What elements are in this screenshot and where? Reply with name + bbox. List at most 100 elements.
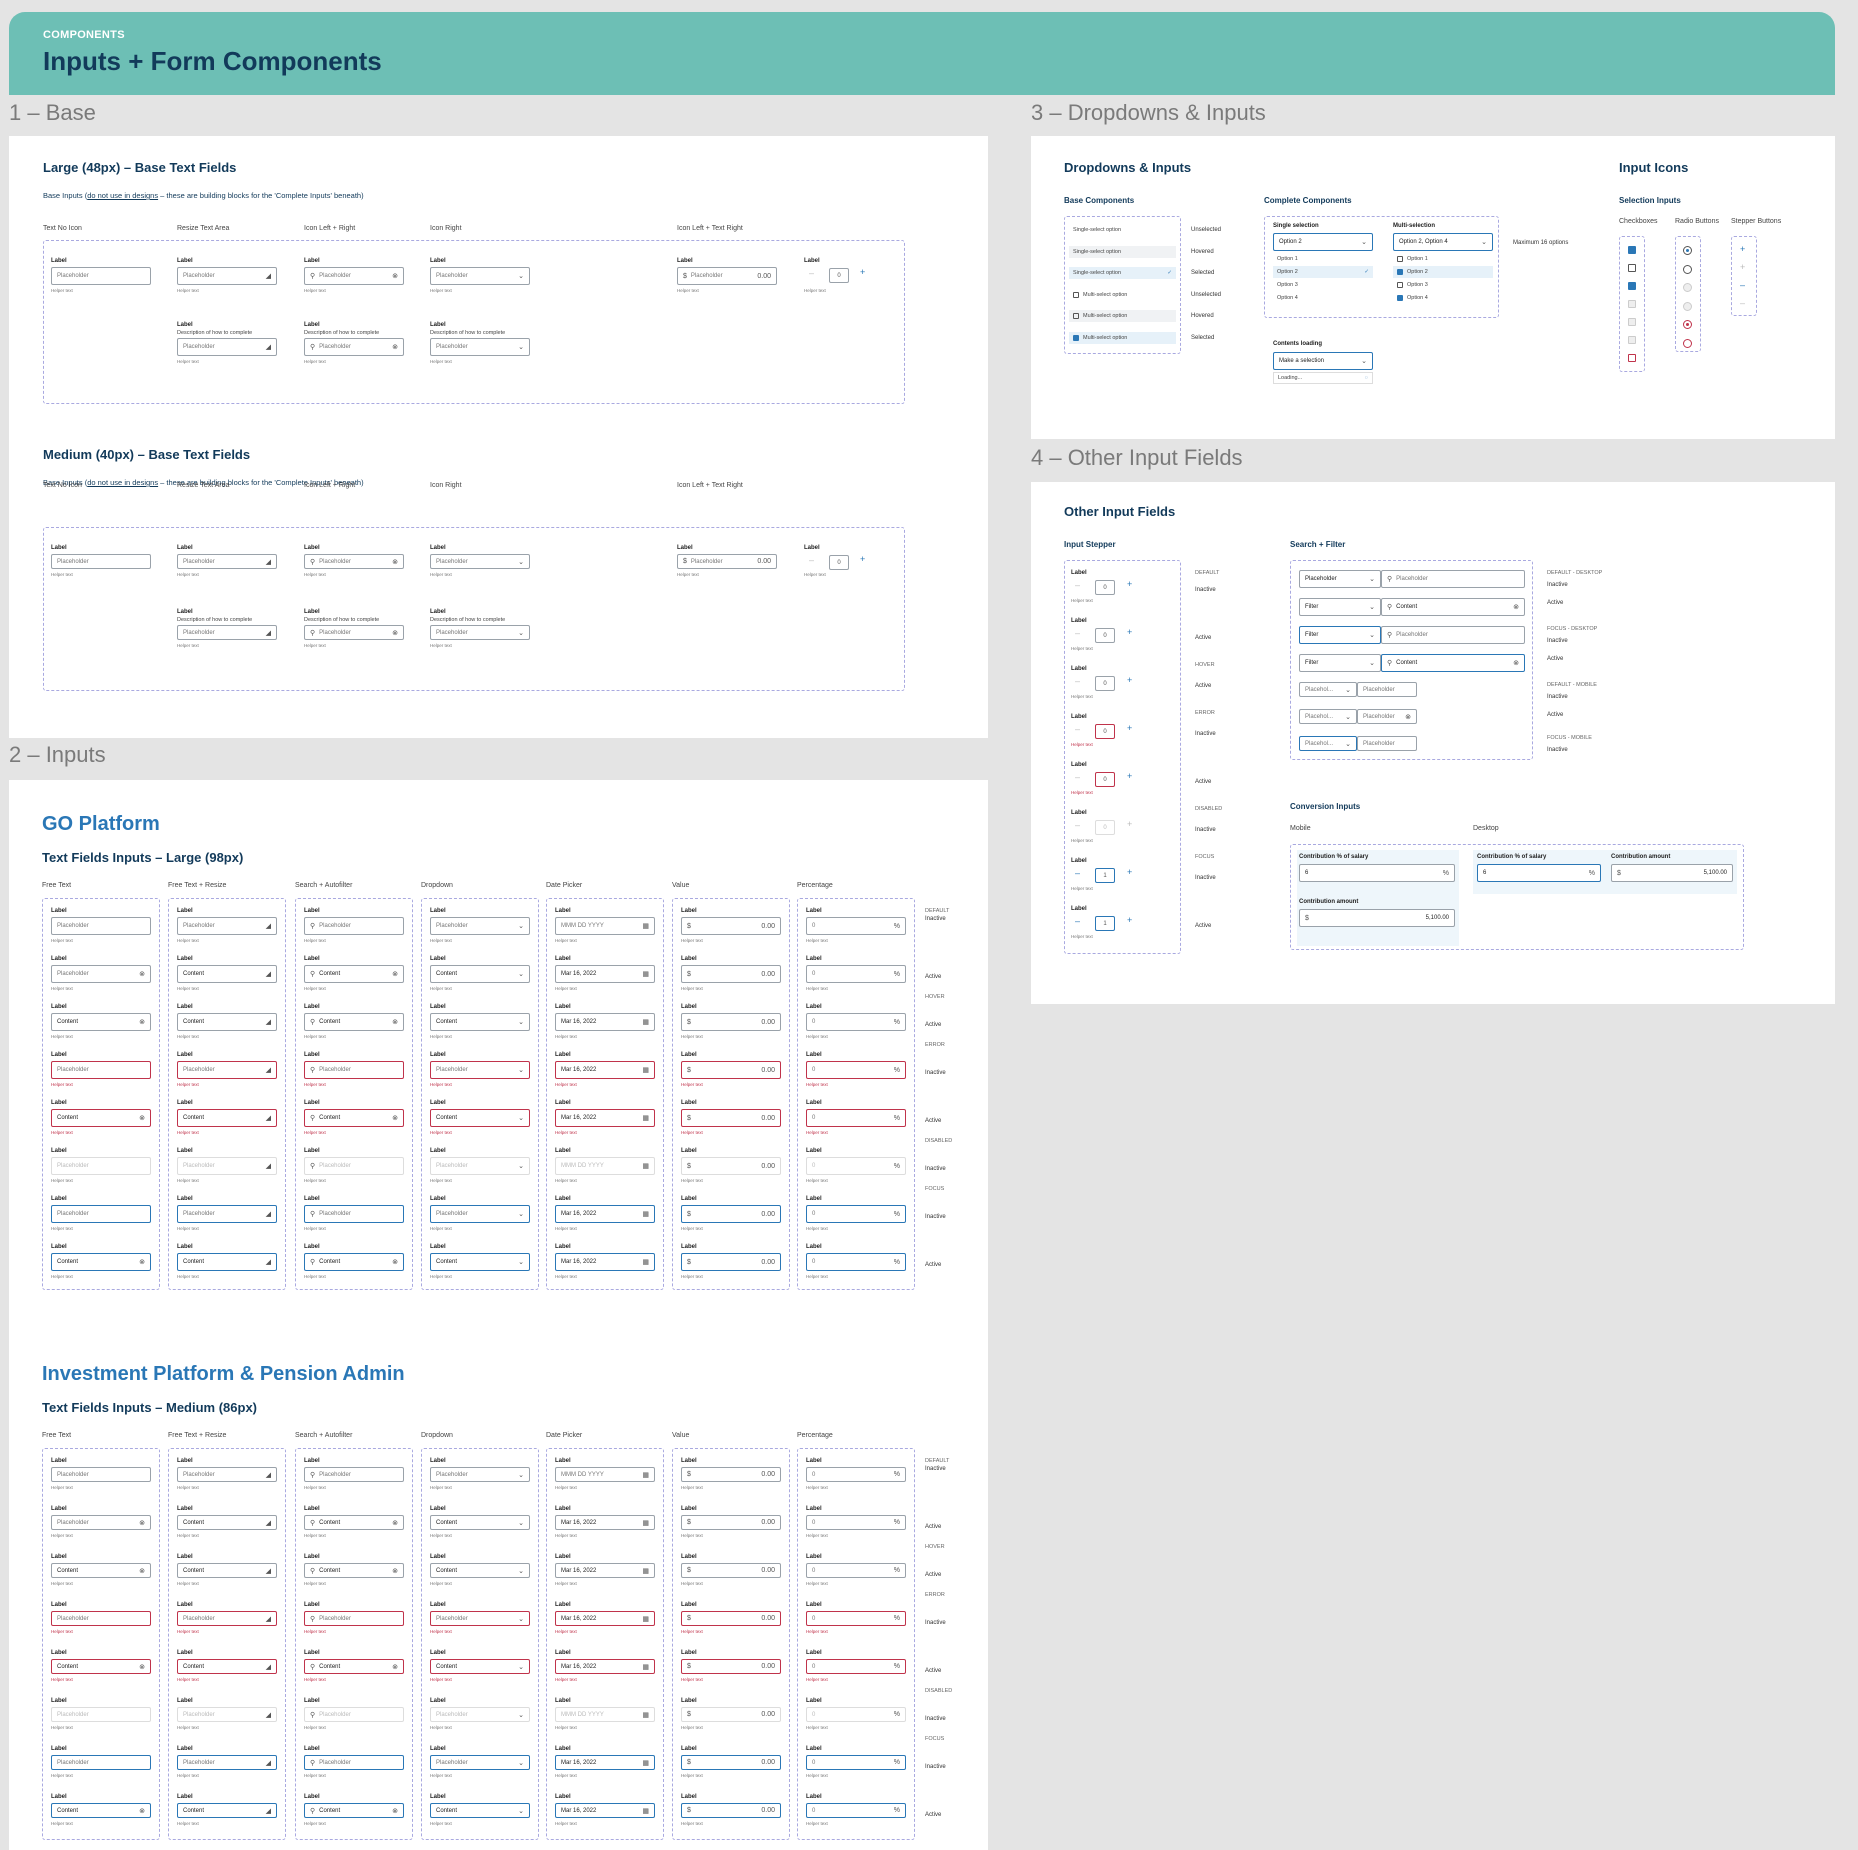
text-input[interactable]: Placeholder ⌄	[430, 554, 530, 569]
text-input[interactable]: Placeholder ◢	[177, 1707, 277, 1722]
minus-icon[interactable]: –	[1740, 298, 1745, 308]
search-input-mobile[interactable]: Placeholder ⊗	[1357, 709, 1417, 724]
clear-icon[interactable]: ⊗	[392, 1258, 398, 1266]
filter-dropdown[interactable]: Filter ⌄	[1299, 654, 1381, 672]
text-input[interactable]: Content ⊗	[51, 1253, 151, 1271]
chevron-down-icon[interactable]: ⌄	[1481, 238, 1487, 246]
resize-handle-icon[interactable]: ◢	[266, 1567, 271, 1575]
text-input[interactable]: ⚲ Placeholder ⊗	[304, 625, 404, 640]
text-input[interactable]: $0.00	[681, 917, 781, 935]
chevron-down-icon[interactable]: ⌄	[518, 1807, 524, 1815]
chevron-down-icon[interactable]: ⌄	[1369, 631, 1375, 639]
clear-icon[interactable]: ⊗	[392, 558, 398, 566]
plus-icon[interactable]: +	[1740, 244, 1745, 254]
search-input-mobile[interactable]: Placeholder	[1357, 682, 1417, 697]
stepper-value[interactable]: 1	[1095, 868, 1115, 883]
checkbox-icon[interactable]	[1628, 300, 1636, 308]
plus-icon[interactable]: +	[860, 267, 865, 277]
text-input[interactable]: $0.00	[681, 1707, 781, 1722]
chevron-down-icon[interactable]: ⌄	[518, 1258, 524, 1266]
text-input[interactable]: Mar 16, 2022 ▦	[555, 1061, 655, 1079]
stepper-value[interactable]: 1	[1095, 916, 1115, 931]
text-input[interactable]: ⚲ Content ⊗	[304, 1659, 404, 1674]
plus-icon[interactable]: +	[1127, 819, 1132, 829]
dropdown-option[interactable]: Option 2	[1393, 266, 1493, 278]
text-input[interactable]: $0.00	[681, 1803, 781, 1818]
clear-icon[interactable]: ⊗	[139, 970, 145, 978]
text-input[interactable]: Placeholder ⊗	[51, 1515, 151, 1530]
text-input[interactable]: Placeholder ⌄	[430, 1205, 530, 1223]
text-input[interactable]: Placeholder	[51, 1755, 151, 1770]
text-input[interactable]: Placeholder	[51, 1467, 151, 1482]
text-input[interactable]: Placeholder ◢	[177, 1157, 277, 1175]
minus-icon[interactable]: –	[1075, 628, 1080, 638]
filter-dropdown[interactable]: Placeholder ⌄	[1299, 570, 1381, 588]
text-input[interactable]: Placeholder ⌄	[430, 1755, 530, 1770]
checkbox-icon[interactable]	[1628, 354, 1636, 362]
calendar-icon[interactable]: ▦	[642, 1258, 649, 1266]
text-input[interactable]: 0%	[806, 1707, 906, 1722]
checkbox-icon[interactable]	[1628, 336, 1636, 344]
text-input[interactable]: $0.00	[681, 1563, 781, 1578]
text-input[interactable]: 0%	[806, 965, 906, 983]
resize-handle-icon[interactable]: ◢	[266, 1663, 271, 1671]
radio-icon[interactable]	[1683, 246, 1692, 255]
calendar-icon[interactable]: ▦	[642, 1807, 649, 1815]
contribution-amt-input[interactable]: $5,100.00	[1299, 909, 1455, 927]
text-input[interactable]: Placeholder ⌄	[430, 1611, 530, 1626]
clear-icon[interactable]: ⊗	[392, 1807, 398, 1815]
text-input[interactable]: $0.00	[681, 1659, 781, 1674]
resize-handle-icon[interactable]: ◢	[266, 1519, 271, 1527]
minus-icon[interactable]: –	[1075, 580, 1080, 590]
checkbox-icon[interactable]	[1397, 295, 1403, 301]
text-input[interactable]: $0.00	[681, 1157, 781, 1175]
text-input[interactable]: Placeholder ⌄	[430, 1707, 530, 1722]
text-input[interactable]: Placeholder ◢	[177, 554, 277, 569]
text-input[interactable]: ⚲ Content ⊗	[304, 1013, 404, 1031]
dropdown-option[interactable]: Option 3	[1393, 279, 1493, 291]
text-input[interactable]: Placeholder ⌄	[430, 267, 530, 285]
text-input[interactable]: Content ⌄	[430, 1013, 530, 1031]
chevron-down-icon[interactable]: ⌄	[518, 970, 524, 978]
text-input[interactable]: ⚲ Content ⊗	[304, 1109, 404, 1127]
text-input[interactable]: Content ⌄	[430, 1253, 530, 1271]
text-input[interactable]: Content ⌄	[430, 965, 530, 983]
minus-icon[interactable]: –	[1075, 916, 1080, 926]
chevron-down-icon[interactable]: ⌄	[518, 1519, 524, 1527]
calendar-icon[interactable]: ▦	[642, 1663, 649, 1671]
text-input[interactable]: Placeholder ◢	[177, 1467, 277, 1482]
calendar-icon[interactable]: ▦	[642, 1114, 649, 1122]
clear-icon[interactable]: ⊗	[392, 1519, 398, 1527]
checkbox-icon[interactable]	[1628, 246, 1636, 254]
calendar-icon[interactable]: ▦	[642, 1018, 649, 1026]
text-input[interactable]: Content ◢	[177, 1109, 277, 1127]
multi-select-option[interactable]: Multi-select option	[1069, 310, 1176, 322]
text-input[interactable]: Content ◢	[177, 1253, 277, 1271]
chevron-down-icon[interactable]: ⌄	[1345, 740, 1351, 748]
clear-icon[interactable]: ⊗	[139, 1258, 145, 1266]
minus-icon[interactable]: –	[1740, 280, 1745, 290]
text-input[interactable]: Placeholder ◢	[177, 1611, 277, 1626]
resize-handle-icon[interactable]: ◢	[266, 1162, 271, 1170]
resize-handle-icon[interactable]: ◢	[266, 1258, 271, 1266]
calendar-icon[interactable]: ▦	[642, 1711, 649, 1719]
text-input[interactable]: 0%	[806, 1013, 906, 1031]
calendar-icon[interactable]: ▦	[642, 970, 649, 978]
text-input[interactable]: 0%	[806, 1515, 906, 1530]
minus-icon[interactable]: –	[1075, 676, 1080, 686]
text-input[interactable]: Content ⊗	[51, 1013, 151, 1031]
resize-handle-icon[interactable]: ◢	[266, 1711, 271, 1719]
text-input[interactable]: MMM DD YYYY ▦	[555, 1467, 655, 1482]
checkbox-icon[interactable]	[1397, 256, 1403, 262]
dropdown-option[interactable]: Option 4	[1393, 292, 1493, 304]
resize-handle-icon[interactable]: ◢	[266, 558, 271, 566]
text-input[interactable]: Placeholder ◢	[177, 625, 277, 640]
clear-icon[interactable]: ⊗	[392, 629, 398, 637]
chevron-down-icon[interactable]: ⌄	[518, 1162, 524, 1170]
clear-icon[interactable]: ⊗	[139, 1018, 145, 1026]
radio-icon[interactable]	[1683, 264, 1692, 274]
dropdown-option[interactable]: Option 4	[1273, 292, 1373, 304]
chevron-down-icon[interactable]: ⌄	[1361, 238, 1367, 246]
multi-select-dropdown[interactable]: Option 2, Option 4 ⌄	[1393, 233, 1493, 251]
text-input[interactable]: $0.00	[681, 1755, 781, 1770]
